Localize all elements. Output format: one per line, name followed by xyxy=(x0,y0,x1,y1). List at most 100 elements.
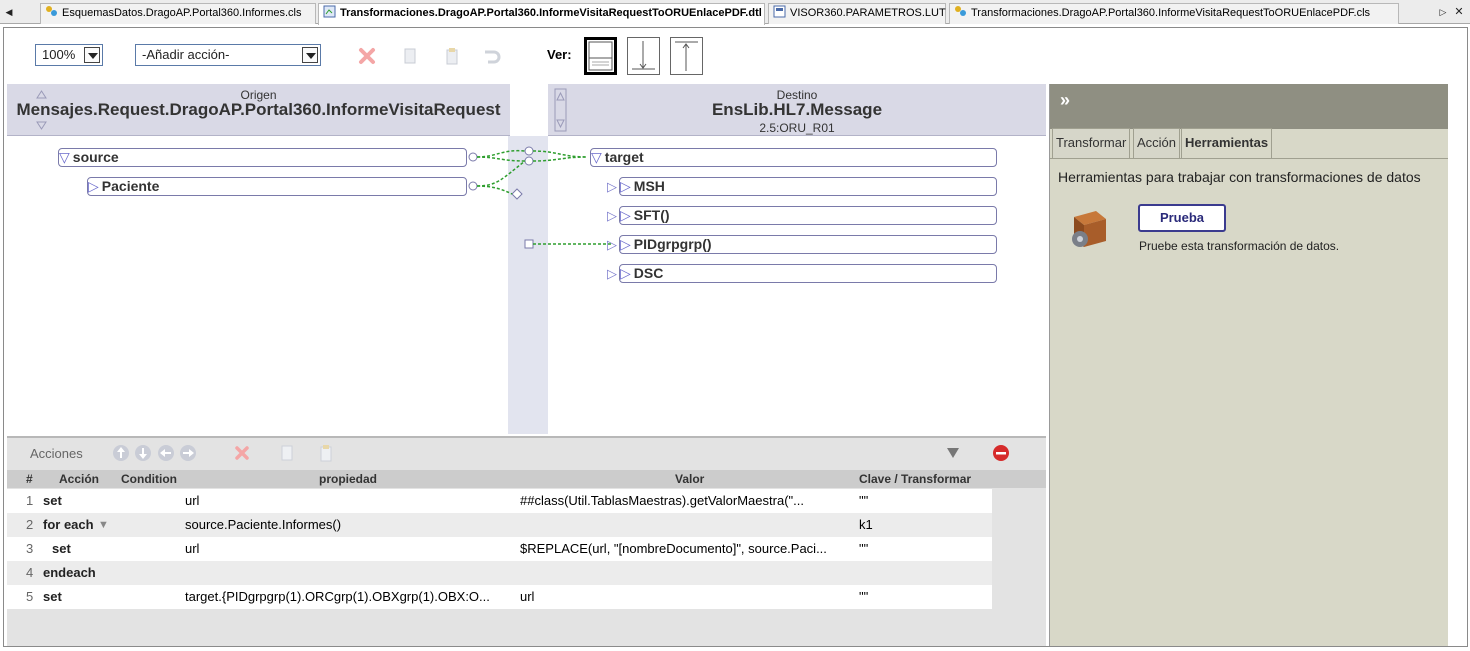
test-button[interactable]: Prueba xyxy=(1138,204,1226,232)
delete-action-icon[interactable] xyxy=(233,444,251,462)
source-header: Origen Mensajes.Request.DragoAP.Portal36… xyxy=(7,84,510,136)
row-number: 5 xyxy=(26,589,34,604)
col-property: propiedad xyxy=(319,472,378,486)
undo-icon[interactable] xyxy=(482,46,502,66)
copy-action-icon[interactable] xyxy=(278,444,296,462)
target-doc-type: 2.5:ORU_R01 xyxy=(759,121,835,135)
tab-label: EsquemasDatos.DragoAP.Portal360.Informes… xyxy=(62,7,302,19)
row-property: url xyxy=(185,541,200,556)
delete-icon[interactable] xyxy=(357,46,377,66)
tab-transformacion-cls[interactable]: Transformaciones.DragoAP.Portal360.Infor… xyxy=(949,3,1399,24)
lookup-table-icon xyxy=(773,5,786,18)
tab-label: Transformaciones.DragoAP.Portal360.Infor… xyxy=(971,7,1371,19)
collapsed-triangle-icon[interactable]: ▷ xyxy=(88,178,99,195)
row-property: target.{PIDgrpgrp(1).ORCgrp(1).OBXgrp(1)… xyxy=(185,589,490,604)
tab-visor-parametros[interactable]: VISOR360.PARAMETROS.LUT xyxy=(768,3,946,24)
tab-label: Transformaciones.DragoAP.Portal360.Infor… xyxy=(340,7,762,19)
outdent-icon[interactable] xyxy=(157,444,175,462)
target-header: Destino EnsLib.HL7.Message 2.5:ORU_R01 xyxy=(548,84,1046,136)
tab-esquemas-datos[interactable]: EsquemasDatos.DragoAP.Portal360.Informes… xyxy=(40,3,316,24)
scroll-right-icon[interactable]: ▷ xyxy=(1436,4,1450,20)
collapse-panel-icon[interactable]: » xyxy=(1060,90,1070,111)
collapsed-triangle-icon[interactable]: ▷ xyxy=(620,265,631,282)
row-property: source.Paciente.Informes() xyxy=(185,517,342,532)
side-panel-header: » xyxy=(1050,84,1448,129)
chevron-down-icon xyxy=(84,47,100,63)
view-top-button[interactable] xyxy=(670,37,703,75)
row-key: "" xyxy=(859,589,869,604)
row-key: "" xyxy=(859,493,869,508)
close-tab-icon[interactable]: ✕ xyxy=(1452,4,1466,20)
source-node-source[interactable]: ▽ source xyxy=(58,148,467,167)
row-action: endeach xyxy=(43,565,96,580)
add-action-select[interactable]: -Añadir acción- xyxy=(135,44,321,66)
collapsed-triangle-icon[interactable]: ▷ xyxy=(620,178,631,195)
source-connector-icon[interactable] xyxy=(468,152,478,162)
tab-accion[interactable]: Acción xyxy=(1133,128,1181,158)
link-handle-icon[interactable] xyxy=(524,146,534,156)
collapsed-triangle-icon[interactable]: ▷ xyxy=(620,207,631,224)
move-up-icon[interactable] xyxy=(112,444,130,462)
view-bottom-button[interactable] xyxy=(627,37,660,75)
target-node-msh[interactable]: ▷ MSH xyxy=(619,177,997,196)
row-value: ##class(Util.TablasMaestras).getValorMae… xyxy=(520,493,804,508)
action-row[interactable]: 3 set url $REPLACE(url, "[nombreDocument… xyxy=(7,537,992,561)
row-menu-icon[interactable]: ▼ xyxy=(98,513,109,537)
node-label: DSC xyxy=(633,265,664,281)
action-row[interactable]: 1 set url ##class(Util.TablasMaestras).g… xyxy=(7,489,992,513)
row-value: $REPLACE(url, "[nombreDocumento]", sourc… xyxy=(520,541,827,556)
actions-panel: Acciones # Acción Condition propiedad Va… xyxy=(7,436,1046,646)
tools-side-panel: » Transformar Acción Herramientas Herram… xyxy=(1049,84,1448,646)
node-label: MSH xyxy=(633,178,665,194)
dtl-editor: 100% -Añadir acción- Ver: Origen Mensaje… xyxy=(3,27,1468,647)
target-node-dsc[interactable]: ▷ DSC xyxy=(619,264,997,283)
row-number: 2 xyxy=(26,517,34,532)
source-node-paciente[interactable]: ▷ Paciente xyxy=(87,177,467,196)
paste-action-icon[interactable] xyxy=(317,444,335,462)
link-handle-icon[interactable] xyxy=(524,156,534,166)
tab-transformacion-dtl[interactable]: Transformaciones.DragoAP.Portal360.Infor… xyxy=(318,3,765,25)
assign-connector-icon[interactable] xyxy=(524,239,534,249)
node-label: PIDgrpgrp() xyxy=(633,236,712,252)
action-row[interactable]: 5 set target.{PIDgrpgrp(1).ORCgrp(1).OBX… xyxy=(7,585,992,609)
col-value: Valor xyxy=(675,472,705,486)
action-row[interactable]: 4 endeach xyxy=(7,561,992,585)
test-tool-icon xyxy=(1072,211,1106,247)
actions-grid-header: # Acción Condition propiedad Valor Clave… xyxy=(7,470,1046,488)
view-layout-button[interactable] xyxy=(584,37,617,75)
document-tab-strip: ◀ EsquemasDatos.DragoAP.Portal360.Inform… xyxy=(0,0,1470,25)
row-action: set xyxy=(52,541,71,556)
tab-herramientas[interactable]: Herramientas xyxy=(1181,128,1273,159)
col-number: # xyxy=(26,472,33,486)
scroll-left-icon[interactable]: ◀ xyxy=(2,4,16,20)
move-down-icon[interactable] xyxy=(134,444,152,462)
view-label: Ver: xyxy=(547,47,572,62)
target-node-sft[interactable]: ▷ SFT() xyxy=(619,206,997,225)
col-action: Acción xyxy=(59,472,100,486)
filter-triangle-icon[interactable] xyxy=(944,444,962,462)
editor-toolbar: 100% -Añadir acción- Ver: xyxy=(4,28,1467,84)
paste-icon[interactable] xyxy=(442,46,462,66)
copy-icon[interactable] xyxy=(400,46,420,66)
row-action: set xyxy=(43,493,62,508)
remove-all-icon[interactable] xyxy=(992,444,1010,462)
zoom-select[interactable]: 100% xyxy=(35,44,103,66)
condition-diamond-icon[interactable] xyxy=(511,188,523,200)
node-label: source xyxy=(72,149,119,165)
tab-transformar[interactable]: Transformar xyxy=(1052,128,1131,158)
indent-icon[interactable] xyxy=(179,444,197,462)
expanded-triangle-icon[interactable]: ▽ xyxy=(59,149,70,166)
collapsed-triangle-icon[interactable]: ▷ xyxy=(620,236,631,253)
class-file-icon xyxy=(46,6,57,16)
target-node-pidgrpgrp[interactable]: ▷ PIDgrpgrp() xyxy=(619,235,997,254)
row-number: 1 xyxy=(26,493,34,508)
tools-description: Herramientas para trabajar con transform… xyxy=(1058,169,1421,185)
row-number: 4 xyxy=(26,565,34,580)
mapping-canvas: Origen Mensajes.Request.DragoAP.Portal36… xyxy=(7,84,1046,434)
paciente-connector-icon[interactable] xyxy=(468,181,478,191)
action-row[interactable]: 2 for each ▼ source.Paciente.Informes() … xyxy=(7,513,992,537)
col-key-transform: Clave / Transformar xyxy=(859,472,972,486)
target-node-target[interactable]: ▽ target xyxy=(590,148,997,167)
row-value: url xyxy=(520,589,535,604)
target-class-name: EnsLib.HL7.Message xyxy=(711,100,883,119)
